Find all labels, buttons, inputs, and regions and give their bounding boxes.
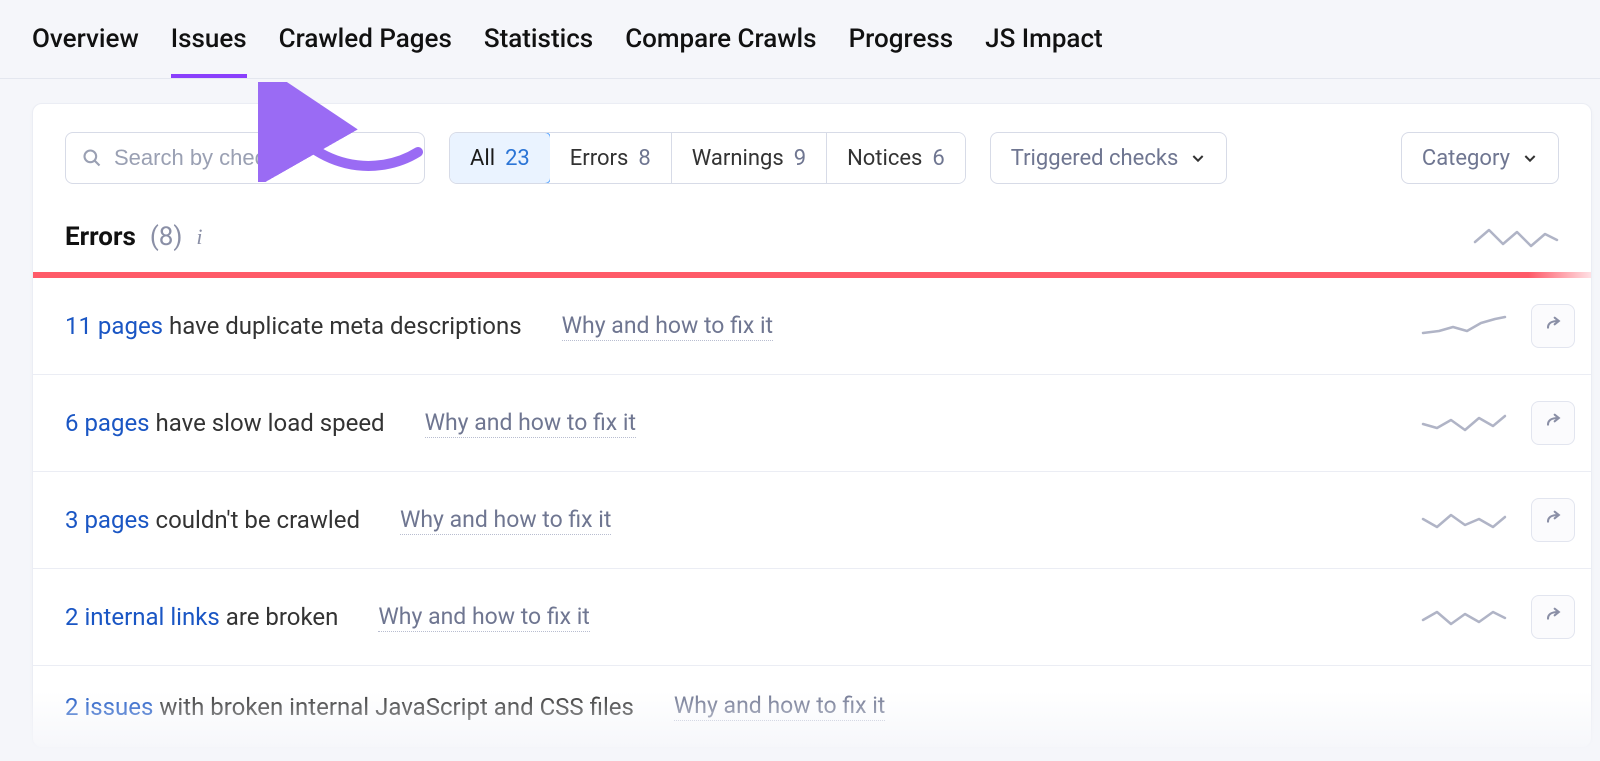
arrow-out-icon [1543, 316, 1563, 336]
filter-notices-label: Notices [847, 146, 922, 171]
trend-sparkline-icon [1421, 507, 1507, 533]
tab-statistics[interactable]: Statistics [484, 24, 593, 78]
main-tabs: Overview Issues Crawled Pages Statistics… [0, 0, 1600, 79]
issue-row: 11 pages have duplicate meta description… [33, 278, 1591, 375]
issue-text: 2 internal links are broken [65, 603, 338, 631]
triggered-checks-dropdown[interactable]: Triggered checks [990, 132, 1228, 184]
arrow-out-icon [1543, 510, 1563, 530]
tab-compare-crawls[interactable]: Compare Crawls [625, 24, 816, 78]
chevron-down-icon [1190, 150, 1206, 166]
filter-errors[interactable]: Errors 8 [550, 133, 672, 183]
search-input-wrapper[interactable] [65, 132, 425, 184]
filter-all[interactable]: All 23 [449, 132, 551, 184]
issue-text: 2 issues with broken internal JavaScript… [65, 693, 634, 721]
issue-type-filter: All 23 Errors 8 Warnings 9 Notices 6 [449, 132, 966, 184]
info-icon[interactable]: i [196, 226, 202, 248]
issue-link[interactable]: 2 internal links [65, 603, 220, 631]
open-action-button[interactable] [1531, 498, 1575, 542]
issue-text: 6 pages have slow load speed [65, 409, 385, 437]
filter-notices[interactable]: Notices 6 [827, 133, 965, 183]
filter-warnings-label: Warnings [692, 146, 784, 171]
issue-desc: have slow load speed [150, 409, 385, 437]
issue-link[interactable]: 2 issues [65, 693, 153, 721]
category-dropdown[interactable]: Category [1401, 132, 1559, 184]
trend-sparkline-icon [1421, 604, 1507, 630]
tab-crawled-pages[interactable]: Crawled Pages [279, 24, 452, 78]
tab-js-impact[interactable]: JS Impact [985, 24, 1103, 78]
issue-link[interactable]: 11 pages [65, 312, 163, 340]
search-input[interactable] [114, 145, 408, 171]
arrow-out-icon [1543, 413, 1563, 433]
open-action-button[interactable] [1531, 401, 1575, 445]
issues-panel: All 23 Errors 8 Warnings 9 Notices 6 Tri… [32, 103, 1592, 748]
search-icon [82, 148, 102, 168]
issue-text: 3 pages couldn't be crawled [65, 506, 360, 534]
issue-link[interactable]: 6 pages [65, 409, 150, 437]
issue-desc: with broken internal JavaScript and CSS … [153, 693, 633, 721]
arrow-out-icon [1543, 607, 1563, 627]
issue-desc: are broken [220, 603, 339, 631]
filter-all-label: All [470, 146, 495, 171]
tab-progress[interactable]: Progress [849, 24, 954, 78]
fix-link[interactable]: Why and how to fix it [674, 692, 885, 721]
filter-warnings-count: 9 [794, 146, 806, 171]
issues-toolbar: All 23 Errors 8 Warnings 9 Notices 6 Tri… [33, 104, 1591, 202]
fix-link[interactable]: Why and how to fix it [400, 506, 611, 535]
filter-errors-count: 8 [638, 146, 650, 171]
triggered-checks-label: Triggered checks [1011, 146, 1179, 171]
trend-sparkline-icon [1473, 224, 1559, 250]
issue-link[interactable]: 3 pages [65, 506, 150, 534]
fix-link[interactable]: Why and how to fix it [425, 409, 636, 438]
filter-notices-count: 6 [932, 146, 944, 171]
open-action-button[interactable] [1531, 304, 1575, 348]
filter-warnings[interactable]: Warnings 9 [672, 133, 827, 183]
filter-errors-label: Errors [570, 146, 629, 171]
issue-text: 11 pages have duplicate meta description… [65, 312, 522, 340]
trend-sparkline-icon [1421, 313, 1507, 339]
fix-link[interactable]: Why and how to fix it [562, 312, 773, 341]
errors-section-header: Errors (8) i [33, 202, 1591, 272]
tab-overview[interactable]: Overview [32, 24, 139, 78]
section-title: Errors [65, 222, 136, 252]
issue-row: 3 pages couldn't be crawled Why and how … [33, 472, 1591, 569]
tab-issues[interactable]: Issues [171, 24, 247, 78]
trend-sparkline-icon [1421, 410, 1507, 436]
issue-row: 6 pages have slow load speed Why and how… [33, 375, 1591, 472]
issue-desc: have duplicate meta descriptions [163, 312, 522, 340]
chevron-down-icon [1522, 150, 1538, 166]
issue-row: 2 issues with broken internal JavaScript… [33, 666, 1591, 747]
fix-link[interactable]: Why and how to fix it [378, 603, 589, 632]
section-count: (8) [150, 222, 183, 252]
filter-all-count: 23 [505, 146, 530, 171]
category-label: Category [1422, 146, 1510, 171]
open-action-button[interactable] [1531, 595, 1575, 639]
issue-desc: couldn't be crawled [150, 506, 360, 534]
issue-row: 2 internal links are broken Why and how … [33, 569, 1591, 666]
